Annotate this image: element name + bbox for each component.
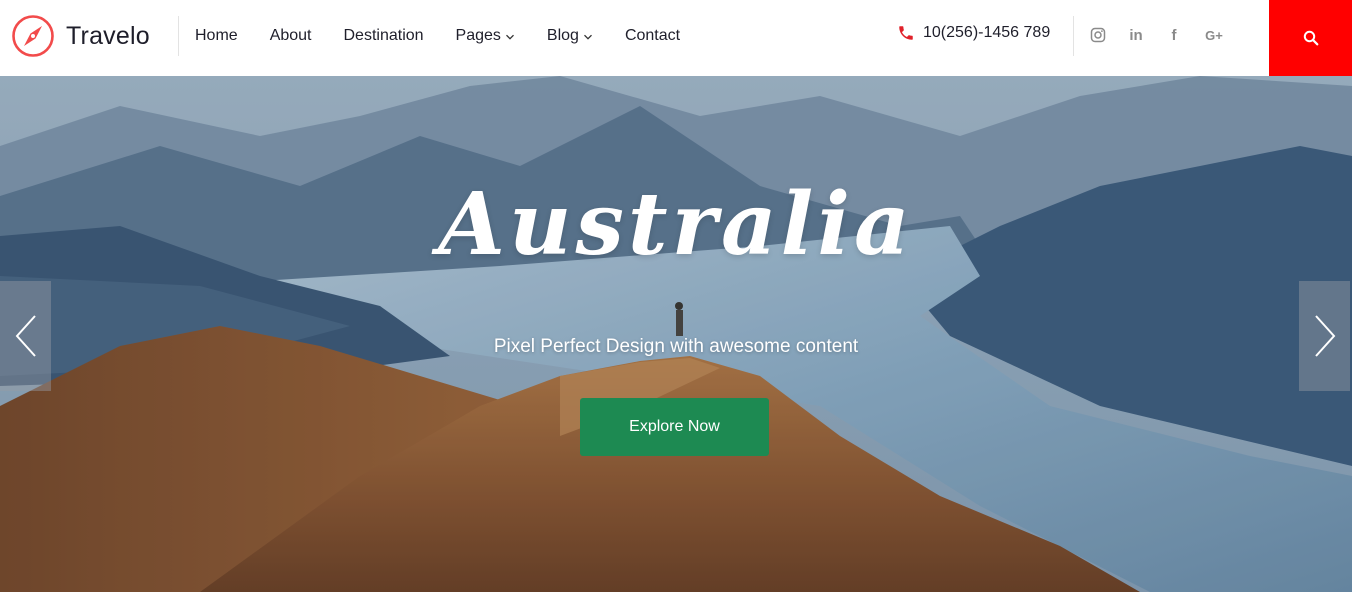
chevron-right-icon (1314, 315, 1335, 357)
nav-label: Pages (455, 27, 501, 44)
instagram-icon[interactable] (1088, 25, 1108, 45)
chevron-down-icon (583, 34, 592, 40)
phone-icon (899, 26, 913, 40)
divider (1073, 16, 1074, 56)
main-nav: Home About Destination Pages Blog Contac… (195, 0, 712, 72)
google-plus-icon[interactable]: G+ (1202, 25, 1226, 45)
chevron-left-icon (15, 315, 36, 357)
linkedin-icon[interactable]: in (1126, 25, 1146, 45)
chevron-down-icon (505, 34, 514, 40)
hero-title: Australia (438, 174, 914, 275)
search-icon (1303, 30, 1318, 46)
phone-contact[interactable]: 10(256)-1456 789 (897, 24, 1050, 42)
nav-item-contact[interactable]: Contact (625, 27, 680, 45)
nav-label: About (269, 27, 312, 44)
explore-now-button[interactable]: Explore Now (580, 398, 769, 456)
site-header: Travelo Home About Destination Pages Blo… (0, 0, 1352, 76)
nav-label: Contact (624, 27, 681, 44)
nav-label: Destination (343, 27, 424, 44)
brand-name: Travelo (66, 21, 150, 50)
facebook-icon[interactable]: f (1164, 25, 1184, 45)
nav-item-destination[interactable]: Destination (344, 27, 424, 45)
hero-background-image (0, 76, 1352, 592)
phone-number: 10(256)-1456 789 (923, 24, 1051, 41)
compass-icon (12, 15, 54, 57)
slider-prev-button[interactable] (0, 281, 51, 391)
divider (178, 16, 179, 56)
logo[interactable]: Travelo (11, 13, 150, 59)
nav-item-about[interactable]: About (270, 27, 312, 45)
hero-slider: Australia Pixel Perfect Design with awes… (0, 76, 1352, 592)
social-links: in f G+ (1088, 25, 1244, 45)
nav-item-pages[interactable]: Pages (456, 27, 515, 45)
search-button[interactable] (1269, 0, 1352, 76)
nav-item-blog[interactable]: Blog (547, 27, 593, 45)
nav-item-home[interactable]: Home (195, 27, 238, 45)
slider-next-button[interactable] (1299, 281, 1350, 391)
nav-label: Home (195, 27, 238, 44)
hero-subtitle: Pixel Perfect Design with awesome conten… (493, 336, 859, 357)
nav-label: Blog (546, 27, 579, 44)
